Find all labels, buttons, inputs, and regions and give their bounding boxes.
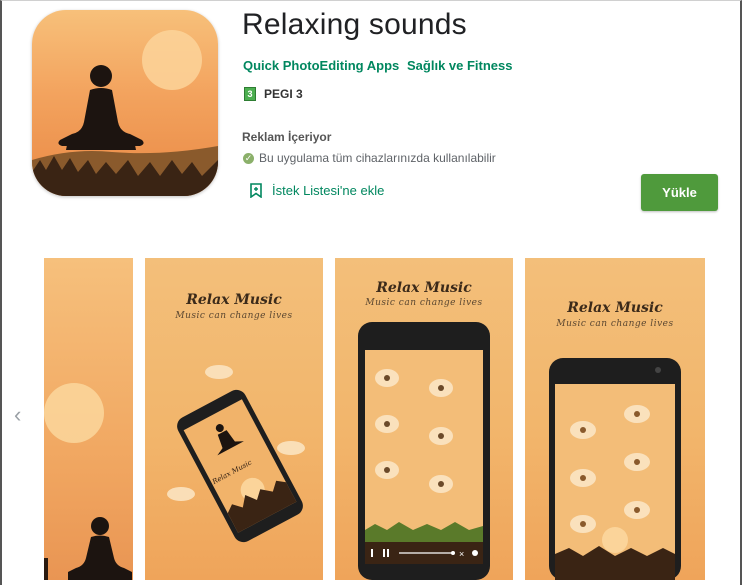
screenshot-1-art [44,383,132,580]
install-button[interactable]: Yükle [641,174,718,211]
pegi-badge-icon: 3 [244,87,256,101]
screenshot-3[interactable]: Relax Music Music can change lives × [335,258,513,580]
developer-link[interactable]: Quick PhotoEditing Apps [243,58,399,73]
app-title: Relaxing sounds [242,8,467,41]
compatibility-text: Bu uygulama tüm cihazlarınızda kullanıla… [259,151,496,165]
wishlist-button[interactable]: İstek Listesi'ne ekle [250,183,384,198]
pegi-label: PEGI 3 [264,87,303,101]
screenshot-4[interactable]: Relax Music Music can change lives [525,258,705,580]
svg-text:×: × [459,549,464,559]
app-icon [32,10,218,196]
chevron-left-icon[interactable]: ‹ [14,404,21,426]
phone-sound-grid-illustration: × [358,322,490,580]
wishlist-label: İstek Listesi'ne ekle [272,183,385,198]
tilted-phone-illustration: Relax Music [167,365,305,543]
phone-sound-list-illustration [549,358,681,580]
compatibility-notice: ✓ Bu uygulama tüm cihazlarınızda kullanı… [243,151,496,165]
screenshot-2[interactable]: Relax Music Music can change lives Relax… [145,258,323,580]
meditation-icon [32,30,218,196]
bookmark-add-icon [250,183,262,198]
category-link[interactable]: Sağlık ve Fitness [407,58,513,73]
check-circle-icon: ✓ [243,152,254,164]
screenshot-1[interactable] [44,258,133,580]
ads-label: Reklam İçeriyor [242,130,332,144]
content-rating: 3 PEGI 3 [244,87,303,101]
